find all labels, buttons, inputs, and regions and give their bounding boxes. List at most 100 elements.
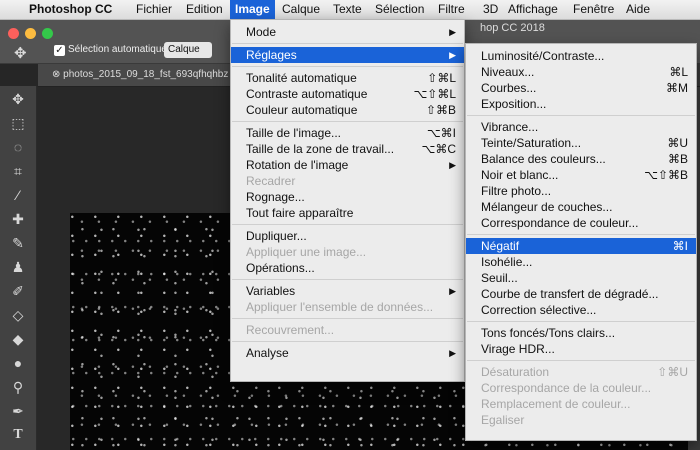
close-tab-icon[interactable]: ⊗ <box>52 69 63 80</box>
menu-calque[interactable]: Calque <box>277 0 325 19</box>
shortcut-label: ⌘L <box>669 65 688 79</box>
menu-affichage[interactable]: Affichage <box>503 0 563 19</box>
type-tool-icon[interactable]: T <box>8 426 28 444</box>
eyedropper-tool-icon[interactable]: ⁄ <box>8 186 28 204</box>
image-menu-item-rotation-de-l-image[interactable]: Rotation de l'image ▶ <box>231 157 464 173</box>
menu-item-label: Exposition... <box>481 97 547 111</box>
menu-item-label: Opérations... <box>246 261 315 275</box>
image-menu-item-operations[interactable]: Opérations... <box>231 260 464 276</box>
menu-item-label: Vibrance... <box>481 120 539 134</box>
menu-item-label: Courbes... <box>481 81 537 95</box>
document-tab[interactable]: ⊗ photos_2015_09_18_fst_693qfhqhbz <box>38 64 252 86</box>
menu-fichier[interactable]: Fichier <box>131 0 177 19</box>
reglages-item-egaliser: Egaliser <box>466 412 696 428</box>
reglages-item-balance-des-couleurs[interactable]: Balance des couleurs... ⌘B <box>466 151 696 167</box>
menu-3d[interactable]: 3D <box>478 0 503 19</box>
shortcut-label: ⇧⌘U <box>657 365 688 379</box>
image-menu-item-contraste-automatique[interactable]: Contraste automatique ⌥⇧⌘L <box>231 86 464 102</box>
menu-item-label: Rognage... <box>246 190 305 204</box>
shortcut-label: ⌥⇧⌘B <box>644 168 688 182</box>
brush-tool-icon[interactable]: ✎ <box>8 234 28 252</box>
dodge-tool-icon[interactable]: ⚲ <box>8 378 28 396</box>
reglages-item-exposition[interactable]: Exposition... <box>466 96 696 112</box>
menu-item-label: Correspondance de la couleur... <box>481 381 652 395</box>
reglages-item-seuil[interactable]: Seuil... <box>466 270 696 286</box>
shortcut-label: ⌘I <box>672 239 688 253</box>
image-menu-item-taille-de-l-image[interactable]: Taille de l'image... ⌥⌘I <box>231 125 464 141</box>
menu-item-label: Taille de la zone de travail... <box>246 142 395 156</box>
eraser-tool-icon[interactable]: ◇ <box>8 306 28 324</box>
image-menu-item-taille-de-la-zone-de-travail[interactable]: Taille de la zone de travail... ⌥⌘C <box>231 141 464 157</box>
history-brush-tool-icon[interactable]: ✐ <box>8 282 28 300</box>
menu-separator <box>467 234 695 235</box>
shortcut-label: ⌘M <box>666 81 688 95</box>
menu-item-label: Désaturation <box>481 365 550 379</box>
reglages-item-correspondance-de-couleur[interactable]: Correspondance de couleur... <box>466 215 696 231</box>
mac-menubar: Photoshop CC Fichier Edition Image Calqu… <box>0 0 700 20</box>
menu-item-label: Filtre photo... <box>481 184 552 198</box>
reglages-item-desaturation: Désaturation ⇧⌘U <box>466 364 696 380</box>
menu-separator <box>232 279 463 280</box>
image-menu-item-couleur-automatique[interactable]: Couleur automatique ⇧⌘B <box>231 102 464 118</box>
reglages-item-courbe-de-transfert-de-degrade[interactable]: Courbe de transfert de dégradé... <box>466 286 696 302</box>
menu-image[interactable]: Image <box>230 0 275 19</box>
stamp-tool-icon[interactable]: ♟ <box>8 258 28 276</box>
pen-tool-icon[interactable]: ✒ <box>8 402 28 420</box>
menu-selection[interactable]: Sélection <box>370 0 429 19</box>
menu-item-label: Couleur automatique <box>246 103 358 117</box>
reglages-item-vibrance[interactable]: Vibrance... <box>466 119 696 135</box>
minimize-window-button[interactable] <box>25 28 36 39</box>
menu-item-label: Négatif <box>481 239 520 253</box>
auto-select-dropdown[interactable]: Calque <box>164 42 212 58</box>
menu-edition[interactable]: Edition <box>181 0 228 19</box>
reglages-item-tons-fonces-tons-clairs[interactable]: Tons foncés/Tons clairs... <box>466 325 696 341</box>
menu-item-label: Egaliser <box>481 413 525 427</box>
reglages-item-filtre-photo[interactable]: Filtre photo... <box>466 183 696 199</box>
menu-aide[interactable]: Aide <box>621 0 655 19</box>
reglages-item-isohelie[interactable]: Isohélie... <box>466 254 696 270</box>
move-tool-icon[interactable]: ✥ <box>14 44 27 62</box>
reglages-item-teinte-saturation[interactable]: Teinte/Saturation... ⌘U <box>466 135 696 151</box>
menu-item-label: Correction sélective... <box>481 303 597 317</box>
reglages-item-luminosite-contraste[interactable]: Luminosité/Contraste... <box>466 48 696 64</box>
close-window-button[interactable] <box>8 28 19 39</box>
image-menu-item-variables[interactable]: Variables ▶ <box>231 283 464 299</box>
menu-item-label: Dupliquer... <box>246 229 307 243</box>
menu-separator <box>232 224 463 225</box>
menu-photoshop[interactable]: Photoshop CC <box>24 0 117 19</box>
reglages-item-melangeur-de-couches[interactable]: Mélangeur de couches... <box>466 199 696 215</box>
paint-bucket-tool-icon[interactable]: ◆ <box>8 330 28 348</box>
menu-fenetre[interactable]: Fenêtre <box>568 0 619 19</box>
menu-item-label: Recadrer <box>246 174 296 188</box>
move-tool-icon[interactable]: ✥ <box>8 90 28 108</box>
menu-item-label: Contraste automatique <box>246 87 368 101</box>
menu-item-label: Recouvrement... <box>246 323 335 337</box>
healing-brush-tool-icon[interactable]: ✚ <box>8 210 28 228</box>
reglages-item-virage-hdr[interactable]: Virage HDR... <box>466 341 696 357</box>
menu-item-label: Noir et blanc... <box>481 168 559 182</box>
reglages-item-negatif[interactable]: Négatif ⌘I <box>466 238 696 254</box>
image-menu-item-rognage[interactable]: Rognage... <box>231 189 464 205</box>
marquee-tool-icon[interactable]: ⬚ <box>8 114 28 132</box>
reglages-item-noir-et-blanc[interactable]: Noir et blanc... ⌥⇧⌘B <box>466 167 696 183</box>
image-menu-item-tout-faire-apparaitre[interactable]: Tout faire apparaître <box>231 205 464 221</box>
blur-tool-icon[interactable]: ● <box>8 354 28 372</box>
menu-item-label: Seuil... <box>481 271 518 285</box>
lasso-tool-icon[interactable]: ◌ <box>8 138 28 156</box>
menu-filtre[interactable]: Filtre <box>433 0 470 19</box>
image-menu-item-tonalite-automatique[interactable]: Tonalité automatique ⇧⌘L <box>231 70 464 86</box>
auto-select-checkbox[interactable]: ✓ <box>54 45 65 56</box>
menu-texte[interactable]: Texte <box>328 0 367 19</box>
image-menu-item-analyse[interactable]: Analyse ▶ <box>231 345 464 361</box>
reglages-item-correction-selective[interactable]: Correction sélective... <box>466 302 696 318</box>
reglages-item-niveaux[interactable]: Niveaux... ⌘L <box>466 64 696 80</box>
menu-separator <box>467 115 695 116</box>
shortcut-label: ⌥⇧⌘L <box>413 87 456 101</box>
menu-item-label: Luminosité/Contraste... <box>481 49 605 63</box>
reglages-item-courbes[interactable]: Courbes... ⌘M <box>466 80 696 96</box>
image-menu-item-mode[interactable]: Mode ▶ <box>231 24 464 40</box>
zoom-window-button[interactable] <box>42 28 53 39</box>
image-menu-item-dupliquer[interactable]: Dupliquer... <box>231 228 464 244</box>
image-menu-item-reglages[interactable]: Réglages ▶ <box>231 47 464 63</box>
crop-tool-icon[interactable]: ⌗ <box>8 162 28 180</box>
